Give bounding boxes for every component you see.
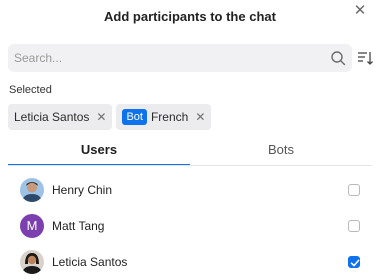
list-item[interactable]: M Matt Tang [0,208,380,244]
user-checkbox[interactable] [348,220,360,232]
search-box[interactable] [8,44,352,72]
list-item[interactable]: Henry Chin [0,172,380,208]
dialog-title: Add participants to the chat [104,9,276,24]
chip-label: French [150,110,189,124]
user-checkbox[interactable] [348,256,360,268]
selected-chip: Leticia Santos ✕ [8,104,113,130]
list-item[interactable]: Leticia Santos [0,244,380,280]
bot-badge: Bot [122,109,147,125]
user-name: Leticia Santos [52,255,128,269]
user-name: Matt Tang [52,219,105,233]
participant-tabs: Users Bots [8,140,372,166]
user-name: Henry Chin [52,183,113,197]
checkmark-icon [350,259,360,267]
close-icon[interactable]: ✕ [195,111,205,123]
search-icon[interactable] [330,50,346,66]
user-checkbox[interactable] [348,184,360,196]
add-participants-dialog: Add participants to the chat ✕ Selected … [0,0,380,276]
avatar [20,178,44,202]
search-input[interactable] [14,44,314,72]
tabs-divider [8,165,372,166]
close-icon[interactable]: ✕ [352,3,368,19]
selected-chips: Leticia Santos ✕ Bot French ✕ [8,104,212,130]
close-icon[interactable]: ✕ [96,111,106,123]
avatar: M [20,214,44,238]
user-list: Henry Chin M Matt Tang Leticia Santos [0,172,380,280]
selected-label: Selected [9,84,52,96]
selected-chip: Bot French ✕ [116,104,212,130]
chip-label: Leticia Santos [14,110,90,124]
tab-users[interactable]: Users [8,140,190,166]
sort-icon[interactable] [357,50,373,66]
avatar [20,250,44,274]
tab-bots[interactable]: Bots [190,140,372,164]
